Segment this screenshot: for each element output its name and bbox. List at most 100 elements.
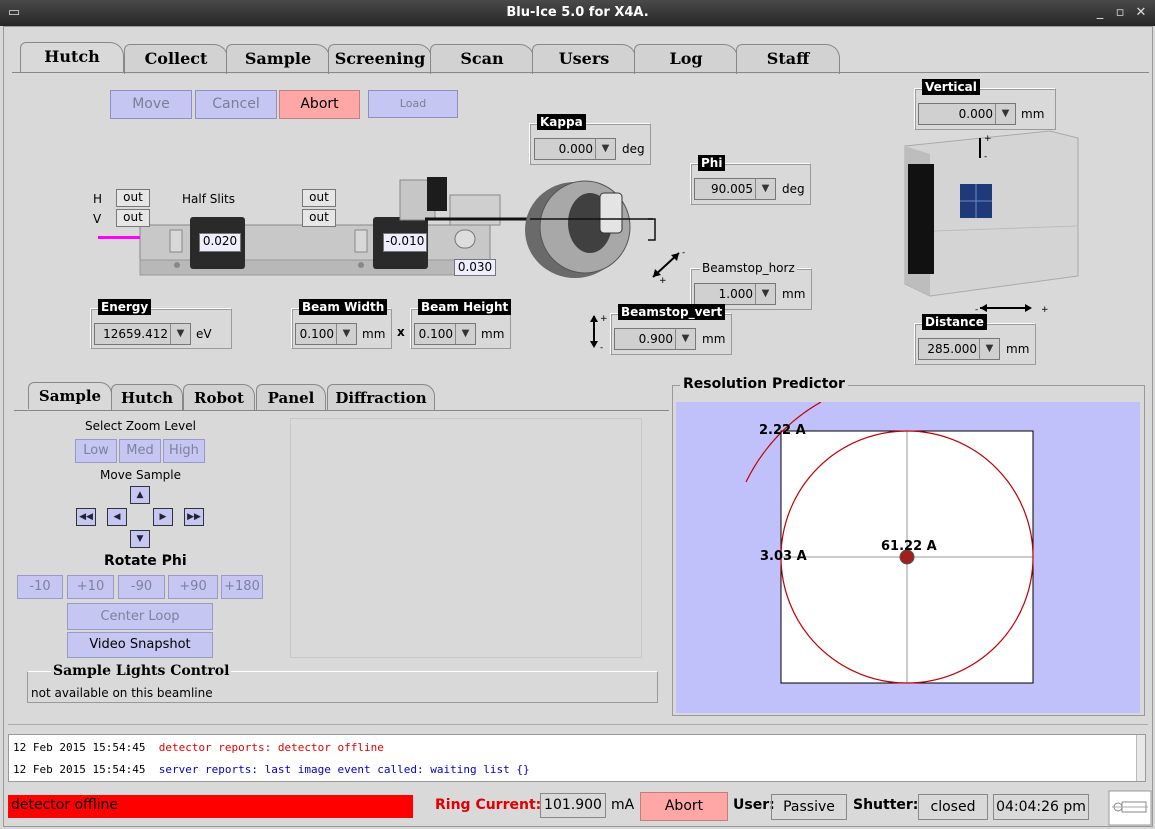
load-button[interactable]: Load xyxy=(368,90,458,118)
svg-text:-: - xyxy=(984,152,987,162)
svg-text:-: - xyxy=(600,343,603,352)
chevron-down-icon[interactable]: ▼ xyxy=(979,339,999,359)
right-slit-value[interactable]: -0.010 xyxy=(383,233,427,252)
tab-screening[interactable]: Screening xyxy=(328,44,432,74)
lower-tab-sample[interactable]: Sample xyxy=(28,382,112,409)
detector-status: detector offline xyxy=(8,795,413,818)
beamstop-diag-arrow: - + xyxy=(652,248,685,285)
tab-sample[interactable]: Sample xyxy=(226,44,330,74)
chevron-down-icon[interactable]: ▼ xyxy=(755,179,775,199)
tab-collect[interactable]: Collect xyxy=(124,44,228,74)
beam-height-combo[interactable]: 0.100 ▼ xyxy=(414,323,476,345)
zoom-med-button[interactable]: Med xyxy=(119,439,161,463)
chevron-down-icon[interactable]: ▼ xyxy=(595,139,615,159)
hutch-thumbnail-icon[interactable] xyxy=(1108,790,1152,826)
maximize-icon[interactable]: ▫ xyxy=(1112,5,1128,21)
lower-tab-diffraction[interactable]: Diffraction xyxy=(327,384,435,411)
v-right-field[interactable]: out xyxy=(302,209,336,227)
times-label: x xyxy=(397,325,405,339)
rotate-plus10-button[interactable]: +10 xyxy=(67,575,114,599)
close-icon[interactable]: ✕ xyxy=(1133,5,1149,21)
center-label: 61.22 A xyxy=(881,539,937,554)
beam-width-label: Beam Width xyxy=(299,299,388,315)
move-far-left-icon[interactable]: ◀◀ xyxy=(76,508,96,526)
clock: 04:04:26 pm xyxy=(993,794,1089,820)
beamstop-horz-combo[interactable]: 1.000 ▼ xyxy=(694,283,776,305)
svg-text:+: + xyxy=(984,134,992,144)
center-loop-button[interactable]: Center Loop xyxy=(67,603,213,630)
chevron-down-icon[interactable]: ▼ xyxy=(170,324,190,344)
log-line: 12 Feb 2015 15:54:45 detector reports: d… xyxy=(13,741,384,754)
log-time: 12 Feb 2015 15:54:45 xyxy=(13,763,146,776)
chevron-down-icon[interactable]: ▼ xyxy=(455,324,475,344)
user-value: Passive xyxy=(771,794,847,820)
gap-value[interactable]: 0.030 xyxy=(454,259,496,276)
rotate-minus10-button[interactable]: -10 xyxy=(17,575,63,599)
edge-ring-label: 3.03 A xyxy=(760,549,807,564)
rotate-minus90-button[interactable]: -90 xyxy=(118,575,165,599)
vertical-unit: mm xyxy=(1021,107,1045,121)
kappa-value: 0.000 xyxy=(558,142,593,156)
chevron-down-icon[interactable]: ▼ xyxy=(995,104,1015,124)
phi-combo[interactable]: 90.005 ▼ xyxy=(694,178,776,200)
beam-width-combo[interactable]: 0.100 ▼ xyxy=(295,323,357,345)
tab-hutch[interactable]: Hutch xyxy=(20,42,124,72)
shutter-value: closed xyxy=(918,794,988,820)
rotate-plus180-button[interactable]: +180 xyxy=(221,575,263,599)
move-down-icon[interactable]: ▼ xyxy=(130,530,150,548)
beamstop-horz-value: 1.000 xyxy=(718,287,753,301)
tab-staff[interactable]: Staff xyxy=(736,44,840,74)
lower-tab-robot[interactable]: Robot xyxy=(183,384,255,411)
tab-users[interactable]: Users xyxy=(532,44,636,74)
abort-button[interactable]: Abort xyxy=(279,90,360,119)
status-abort-button[interactable]: Abort xyxy=(640,792,728,821)
move-left-icon[interactable]: ◀ xyxy=(107,508,127,526)
move-far-right-icon[interactable]: ▶▶ xyxy=(184,508,204,526)
left-slit-value[interactable]: 0.020 xyxy=(199,233,241,252)
lights-text: not available on this beamline xyxy=(31,686,213,700)
distance-value: 285.000 xyxy=(927,342,977,356)
svg-text:-: - xyxy=(682,248,685,258)
log-panel: 12 Feb 2015 15:54:45 detector reports: d… xyxy=(8,734,1146,782)
resolution-title: Resolution Predictor xyxy=(680,376,848,392)
log-divider[interactable] xyxy=(8,724,1148,732)
chevron-down-icon[interactable]: ▼ xyxy=(336,324,356,344)
ring-current-label: Ring Current: xyxy=(435,797,542,813)
zoom-low-button[interactable]: Low xyxy=(75,439,117,463)
beamstop-vert-combo[interactable]: 0.900 ▼ xyxy=(614,328,696,350)
log-scrollbar[interactable] xyxy=(1136,735,1145,781)
move-right-icon[interactable]: ▶ xyxy=(153,508,173,526)
move-button[interactable]: Move xyxy=(110,90,192,119)
svg-text:+: + xyxy=(600,314,608,324)
tab-scan[interactable]: Scan xyxy=(430,44,534,74)
chevron-down-icon[interactable]: ▼ xyxy=(675,329,695,349)
distance-combo[interactable]: 285.000 ▼ xyxy=(918,338,1000,360)
h-left-field[interactable]: out xyxy=(116,189,150,207)
lower-tab-panel[interactable]: Panel xyxy=(256,384,326,411)
title-bar: ▭ Blu-Ice 5.0 for X4A. _ ▫ ✕ xyxy=(0,0,1155,26)
lower-tab-hutch[interactable]: Hutch xyxy=(111,384,183,411)
zoom-title: Select Zoom Level xyxy=(85,419,196,433)
distance-label: Distance xyxy=(922,314,987,330)
log-message: detector reports: detector offline xyxy=(158,741,384,754)
chevron-down-icon[interactable]: ▼ xyxy=(755,284,775,304)
video-snapshot-button[interactable]: Video Snapshot xyxy=(67,632,213,658)
h-right-field[interactable]: out xyxy=(302,189,336,207)
svg-text:+: + xyxy=(1041,305,1049,315)
energy-combo[interactable]: 12659.412 ▼ xyxy=(94,323,191,345)
beamstop-horz-label: Beamstop_horz xyxy=(700,261,797,275)
vertical-combo[interactable]: 0.000 ▼ xyxy=(918,103,1016,125)
rotate-plus90-button[interactable]: +90 xyxy=(168,575,218,599)
move-up-icon[interactable]: ▲ xyxy=(130,486,150,504)
zoom-high-button[interactable]: High xyxy=(163,439,205,463)
kappa-combo[interactable]: 0.000 ▼ xyxy=(534,138,616,160)
kappa-label: Kappa xyxy=(537,114,586,130)
cancel-button[interactable]: Cancel xyxy=(195,90,277,119)
phi-unit: deg xyxy=(782,182,805,196)
outer-ring-label: 2.22 A xyxy=(759,423,806,438)
beamstop-horz-unit: mm xyxy=(782,287,806,301)
v-left-field[interactable]: out xyxy=(116,209,150,227)
minimize-icon[interactable]: _ xyxy=(1092,5,1108,21)
v-label: V xyxy=(93,212,102,226)
tab-log[interactable]: Log xyxy=(634,44,738,74)
